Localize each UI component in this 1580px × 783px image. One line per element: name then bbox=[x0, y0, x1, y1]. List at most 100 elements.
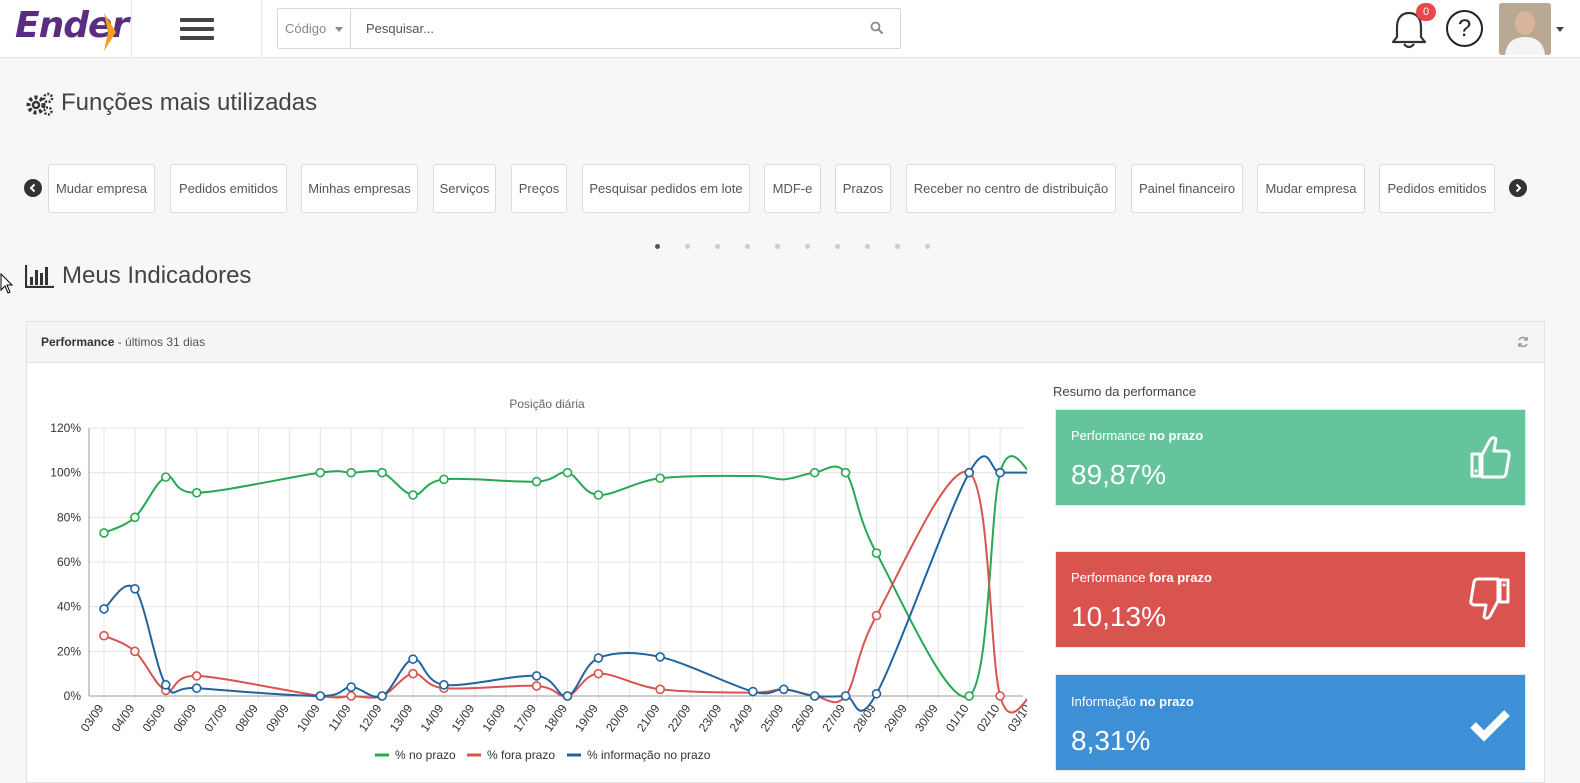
search-type-value: Código bbox=[285, 21, 327, 36]
funcao-item[interactable]: MDF-e bbox=[764, 164, 821, 213]
x-tick-label: 19/09 bbox=[572, 701, 601, 734]
thumbs-up-icon bbox=[1469, 434, 1511, 485]
chart-legend: % no prazo % fora prazo % informação no pr… bbox=[375, 748, 711, 762]
resumo-title: Resumo da performance bbox=[1053, 384, 1197, 399]
funcao-item[interactable]: Mudar empresa bbox=[48, 164, 155, 213]
card-value: 8,31% bbox=[1071, 725, 1151, 756]
notification-badge: 0 bbox=[1416, 3, 1436, 21]
card-label-bold: no prazo bbox=[1149, 428, 1204, 443]
data-point bbox=[130, 584, 140, 594]
data-point bbox=[871, 688, 882, 699]
data-point bbox=[562, 691, 573, 701]
avatar-caret-icon[interactable] bbox=[1556, 27, 1564, 32]
x-tick-label: 02/10 bbox=[974, 701, 1003, 734]
panel-header: Performance - últimos 31 dias bbox=[27, 322, 1544, 363]
data-point bbox=[964, 691, 975, 701]
check-icon bbox=[1469, 708, 1511, 747]
x-tick-label: 17/09 bbox=[510, 701, 539, 734]
y-tick-label: 40% bbox=[57, 600, 81, 614]
x-tick-label: 25/09 bbox=[758, 701, 787, 734]
data-point bbox=[346, 682, 357, 692]
y-tick-label: 120% bbox=[50, 421, 81, 435]
search-bar: Código bbox=[277, 8, 901, 49]
y-tick-label: 20% bbox=[57, 644, 81, 658]
chevron-right-icon bbox=[1515, 183, 1522, 193]
logo[interactable]: Ender bbox=[0, 0, 132, 58]
carousel-next-button[interactable] bbox=[1509, 179, 1527, 197]
card-label-bold: fora prazo bbox=[1149, 570, 1212, 585]
legend-label: % no prazo bbox=[395, 748, 456, 762]
card-value: 10,13% bbox=[1071, 601, 1166, 632]
legend-label: % fora prazo bbox=[487, 748, 555, 762]
data-point bbox=[871, 610, 882, 621]
funcao-item[interactable]: Pesquisar pedidos em lote bbox=[582, 164, 750, 213]
funcao-item[interactable]: Preços bbox=[511, 164, 567, 213]
x-tick-label: 12/09 bbox=[356, 701, 385, 734]
data-point bbox=[593, 668, 604, 679]
data-point bbox=[655, 652, 666, 662]
data-point bbox=[346, 467, 357, 478]
data-point bbox=[130, 646, 140, 657]
data-point bbox=[191, 487, 202, 498]
search-icon[interactable] bbox=[870, 21, 884, 35]
search-input[interactable] bbox=[366, 9, 846, 48]
funcao-item[interactable]: Prazos bbox=[835, 164, 891, 213]
carousel-dot[interactable] bbox=[895, 244, 900, 249]
y-tick-label: 60% bbox=[57, 555, 81, 569]
carousel-dot[interactable] bbox=[715, 244, 720, 249]
data-point bbox=[161, 680, 171, 690]
data-point bbox=[130, 512, 140, 523]
data-point bbox=[531, 671, 542, 681]
data-point bbox=[995, 691, 1005, 701]
funcao-item[interactable]: Mudar empresa bbox=[1257, 164, 1365, 213]
x-tick-label: 30/09 bbox=[912, 701, 941, 734]
data-point bbox=[315, 467, 326, 478]
funcao-item[interactable]: Minhas empresas bbox=[301, 164, 418, 213]
data-point bbox=[408, 654, 418, 664]
help-button[interactable]: ? bbox=[1446, 10, 1483, 47]
x-tick-label: 27/09 bbox=[819, 701, 848, 734]
resumo-card: Informação no prazo 8,31% bbox=[1053, 672, 1528, 773]
funcao-item[interactable]: Pedidos emitidos bbox=[170, 164, 287, 213]
carousel-dot[interactable] bbox=[745, 244, 750, 249]
x-tick-label: 01/10 bbox=[943, 701, 972, 734]
funcao-item[interactable]: Serviços bbox=[433, 164, 496, 213]
carousel-dot[interactable] bbox=[865, 244, 870, 249]
data-point bbox=[99, 528, 109, 538]
x-tick-label: 03/09 bbox=[78, 701, 107, 734]
data-point bbox=[809, 691, 820, 701]
data-point bbox=[99, 604, 109, 614]
funcao-item[interactable]: Painel financeiro bbox=[1131, 164, 1243, 213]
panel-title: Performance bbox=[41, 335, 115, 349]
top-bar: Ender Código 0 ? bbox=[0, 0, 1580, 58]
funcao-item[interactable]: Pedidos emitidos bbox=[1379, 164, 1495, 213]
carousel-dot[interactable] bbox=[925, 244, 930, 249]
x-tick-label: 04/09 bbox=[109, 701, 138, 734]
data-point bbox=[408, 490, 418, 500]
user-photo-icon bbox=[1499, 3, 1551, 55]
search-type-select[interactable]: Código bbox=[278, 9, 351, 48]
carousel-dot[interactable] bbox=[775, 244, 780, 249]
data-point bbox=[840, 691, 851, 701]
carousel-prev-button[interactable] bbox=[24, 179, 42, 197]
carousel-dot[interactable] bbox=[805, 244, 810, 249]
x-tick-label: 21/09 bbox=[634, 701, 663, 734]
series-line bbox=[103, 455, 1027, 698]
data-point bbox=[748, 686, 758, 697]
carousel-dot[interactable] bbox=[655, 244, 660, 249]
refresh-icon[interactable] bbox=[1517, 336, 1529, 348]
x-tick-label: 10/09 bbox=[294, 701, 323, 734]
data-point bbox=[439, 680, 449, 690]
carousel-dot[interactable] bbox=[835, 244, 840, 249]
carousel-dot[interactable] bbox=[685, 244, 690, 249]
data-point bbox=[161, 472, 171, 482]
avatar[interactable] bbox=[1499, 3, 1551, 55]
x-tick-label: 13/09 bbox=[387, 701, 416, 734]
logo-arrow-icon bbox=[104, 13, 116, 51]
data-point bbox=[531, 681, 542, 691]
data-point bbox=[531, 476, 542, 487]
menu-toggle-button[interactable] bbox=[132, 0, 262, 58]
data-point bbox=[593, 653, 604, 663]
x-tick-label: 29/09 bbox=[881, 701, 910, 734]
funcao-item[interactable]: Receber no centro de distribuição bbox=[906, 164, 1116, 213]
